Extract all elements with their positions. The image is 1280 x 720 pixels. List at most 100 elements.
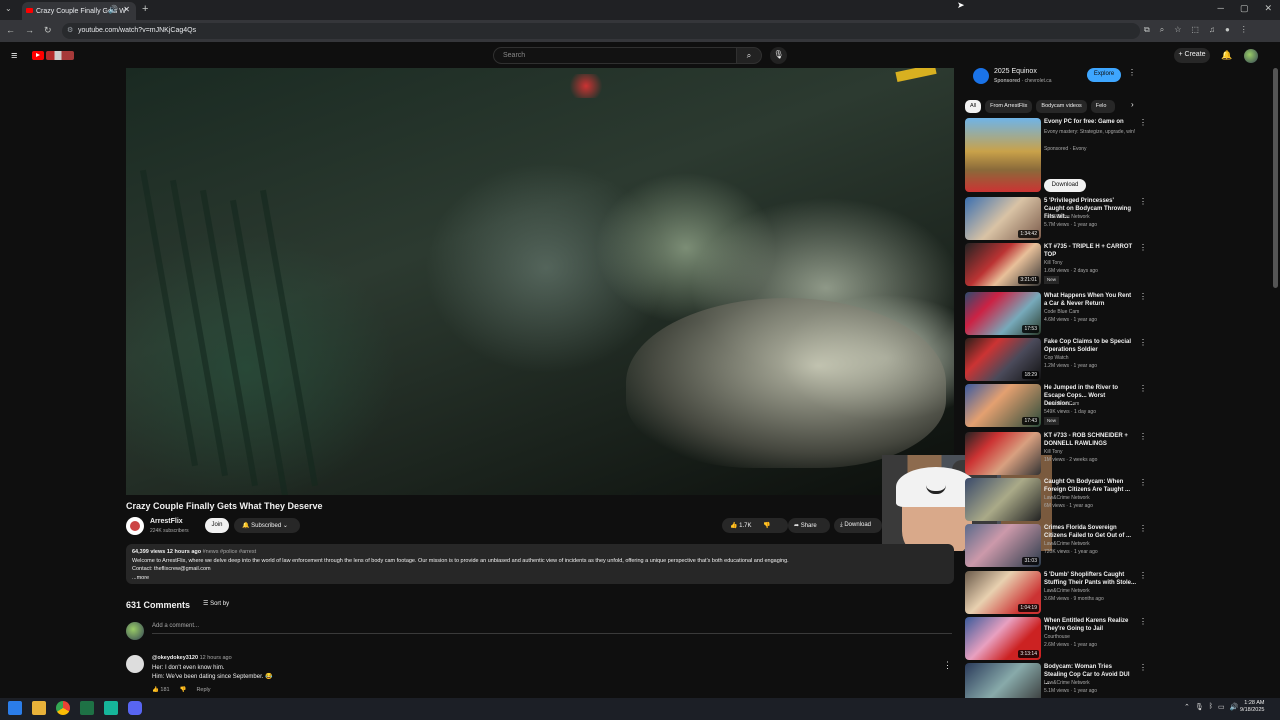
extensions-icon[interactable]: ⬚ [1191, 25, 1199, 35]
subscribed-button[interactable]: 🔔 Subscribed ⌄ [234, 518, 300, 533]
video-more-icon[interactable]: ⋮ [1139, 571, 1147, 580]
create-button[interactable]: + Create [1174, 48, 1210, 63]
related-video-title[interactable]: Fake Cop Claims to be Special Operations… [1044, 338, 1136, 354]
account-avatar[interactable] [1244, 49, 1258, 63]
chrome-icon[interactable] [56, 701, 70, 715]
windows-start-icon[interactable] [8, 701, 22, 715]
volume-icon[interactable]: 🔊 [1230, 703, 1239, 711]
file-explorer-icon[interactable] [32, 701, 46, 715]
related-video-channel[interactable]: Law&Crime Network [1044, 679, 1090, 687]
network-icon[interactable]: ▭ [1218, 703, 1225, 711]
video-more-icon[interactable]: ⋮ [1139, 432, 1147, 441]
browser-tab[interactable]: Crazy Couple Finally Gets W 🔊 ✕ [22, 2, 136, 20]
search-icon[interactable]: ⌕ [736, 47, 762, 64]
site-info-icon[interactable]: ⚙ [67, 26, 73, 34]
chip-all[interactable]: All [965, 100, 982, 113]
chip-felony[interactable]: Felo [1090, 100, 1115, 113]
explore-button[interactable]: Explore [1087, 68, 1121, 82]
video-thumbnail[interactable]: 17:43 [965, 384, 1041, 427]
comment-like-button[interactable]: 👍 181 [152, 687, 170, 693]
download-button[interactable]: ⤓ Download [834, 518, 882, 533]
mic-tray-icon[interactable]: 🎙 [1195, 703, 1204, 711]
excel-icon[interactable] [80, 701, 94, 715]
browser-menu-icon[interactable]: ⋮ [1240, 25, 1248, 35]
chip-next-icon[interactable]: › [1131, 100, 1134, 109]
youtube-logo[interactable] [32, 50, 74, 61]
media-icon[interactable]: ♫ [1209, 25, 1215, 35]
thumbs-down-icon[interactable]: 👎 [763, 523, 770, 529]
like-dislike-button[interactable]: 👍 1.7K 👎 [722, 518, 788, 533]
related-video-card[interactable]: 17:43 He Jumped in the River to Escape Co… [965, 384, 1147, 428]
related-video-card[interactable]: 17:53 What Happens When You Rent a Car & … [965, 292, 1147, 336]
ad-more-icon[interactable]: ⋮ [1128, 68, 1136, 77]
related-video-card[interactable]: 1:04:19 5 'Dumb' Shoplifters Caught Stuff… [965, 571, 1147, 615]
video-thumbnail[interactable]: 31:03 [965, 524, 1041, 567]
zoom-icon[interactable]: ⌕ [1160, 25, 1164, 35]
hashtags[interactable]: #news #police #arrest [203, 549, 257, 555]
video-more-icon[interactable]: ⋮ [1139, 384, 1147, 393]
video-thumbnail[interactable]: 3:21:01 [965, 243, 1041, 286]
page-scrollbar[interactable] [1273, 68, 1278, 288]
related-video-channel[interactable]: Law&Crime Network [1044, 587, 1090, 595]
sort-by-button[interactable]: ☰ Sort by [203, 600, 229, 607]
related-video-card[interactable]: Caught On Bodycam: When Foreign Citizens… [965, 478, 1147, 522]
taskbar-clock[interactable]: 1:28 AM 9/18/2025 [1240, 700, 1264, 714]
bookmark-star-icon[interactable]: ☆ [1174, 25, 1181, 35]
chip-from-arrestflix[interactable]: From ArrestFlix [985, 100, 1033, 113]
notifications-bell-icon[interactable]: 🔔 [1221, 50, 1232, 61]
video-more-icon[interactable]: ⋮ [1139, 524, 1147, 533]
search-input[interactable]: Search [493, 47, 737, 64]
minimize-button[interactable]: ─ [1218, 3, 1224, 14]
bluetooth-icon[interactable]: ᛒ [1209, 703, 1213, 711]
address-bar[interactable]: ⚙ youtube.com/watch?v=mJNKjCag4Qs [62, 23, 1140, 39]
comment-user[interactable]: @okeydokey3120 [152, 655, 198, 661]
app-icon[interactable] [104, 701, 118, 715]
profile-icon[interactable]: ● [1225, 25, 1230, 35]
description-box[interactable]: 64,399 views 12 hours ago #news #police … [126, 544, 954, 584]
video-thumbnail[interactable]: 18:29 [965, 338, 1041, 381]
install-icon[interactable]: ⧉ [1144, 25, 1150, 35]
evony-more-icon[interactable]: ⋮ [1139, 118, 1147, 127]
related-video-title[interactable]: KT #735 - TRIPLE H + CARROT TOP [1044, 243, 1136, 259]
related-video-channel[interactable]: Kill Tony [1044, 259, 1063, 267]
join-button[interactable]: Join [205, 518, 229, 533]
discord-icon[interactable] [128, 701, 142, 715]
chip-bodycam-videos[interactable]: Bodycam videos [1036, 100, 1087, 113]
reply-button[interactable]: Reply [196, 687, 210, 693]
close-window-button[interactable]: ✕ [1264, 3, 1272, 14]
speaker-icon[interactable]: 🔊 [108, 5, 118, 14]
reload-icon[interactable]: ↻ [44, 25, 52, 36]
related-video-channel[interactable]: Courthouse [1044, 633, 1070, 641]
thumbs-up-icon[interactable]: 👍 [730, 523, 737, 529]
share-button[interactable]: ➦ Share [788, 518, 830, 533]
video-more-icon[interactable]: ⋮ [1139, 663, 1147, 672]
comment-more-icon[interactable]: ⋮ [943, 660, 952, 671]
channel-avatar[interactable] [126, 517, 144, 535]
more-link[interactable]: ...more [132, 574, 948, 583]
related-video-channel[interactable]: Law&Crime Network [1044, 213, 1090, 221]
video-more-icon[interactable]: ⋮ [1139, 243, 1147, 252]
related-video-channel[interactable]: Cop Watch [1044, 354, 1069, 362]
back-icon[interactable]: ← [6, 25, 15, 36]
video-thumbnail[interactable]: 1:04:19 [965, 571, 1041, 614]
video-more-icon[interactable]: ⋮ [1139, 197, 1147, 206]
new-tab-button[interactable]: + [142, 3, 148, 15]
related-video-channel[interactable]: Code Blue Cam [1044, 308, 1079, 316]
video-thumbnail[interactable] [965, 432, 1041, 475]
add-comment-input[interactable]: Add a comment... [152, 623, 199, 629]
related-video-card[interactable]: 3:21:01 KT #735 - TRIPLE H + CARROT TOP Ki… [965, 243, 1147, 287]
evony-thumbnail[interactable] [965, 118, 1041, 192]
related-video-channel[interactable]: Kill Tony [1044, 448, 1063, 456]
related-video-channel[interactable]: Law&Crime Network [1044, 494, 1090, 502]
related-video-title[interactable]: 5 'Dumb' Shoplifters Caught Stuffing The… [1044, 571, 1136, 587]
tab-search-icon[interactable]: ⌄ [5, 4, 12, 13]
microphone-icon[interactable]: 🎙 [770, 47, 787, 64]
sponsored-ad[interactable]: 2025 Equinox Sponsored · chevrolet.ca Ex… [965, 66, 1145, 92]
tray-expand-icon[interactable]: ⌃ [1184, 703, 1190, 711]
related-video-title[interactable]: Caught On Bodycam: When Foreign Citizens… [1044, 478, 1136, 494]
video-more-icon[interactable]: ⋮ [1139, 478, 1147, 487]
evony-download-button[interactable]: Download [1044, 179, 1086, 192]
video-thumbnail[interactable]: 1:34:42 [965, 197, 1041, 240]
maximize-button[interactable]: ▢ [1240, 3, 1249, 14]
video-thumbnail[interactable] [965, 478, 1041, 521]
